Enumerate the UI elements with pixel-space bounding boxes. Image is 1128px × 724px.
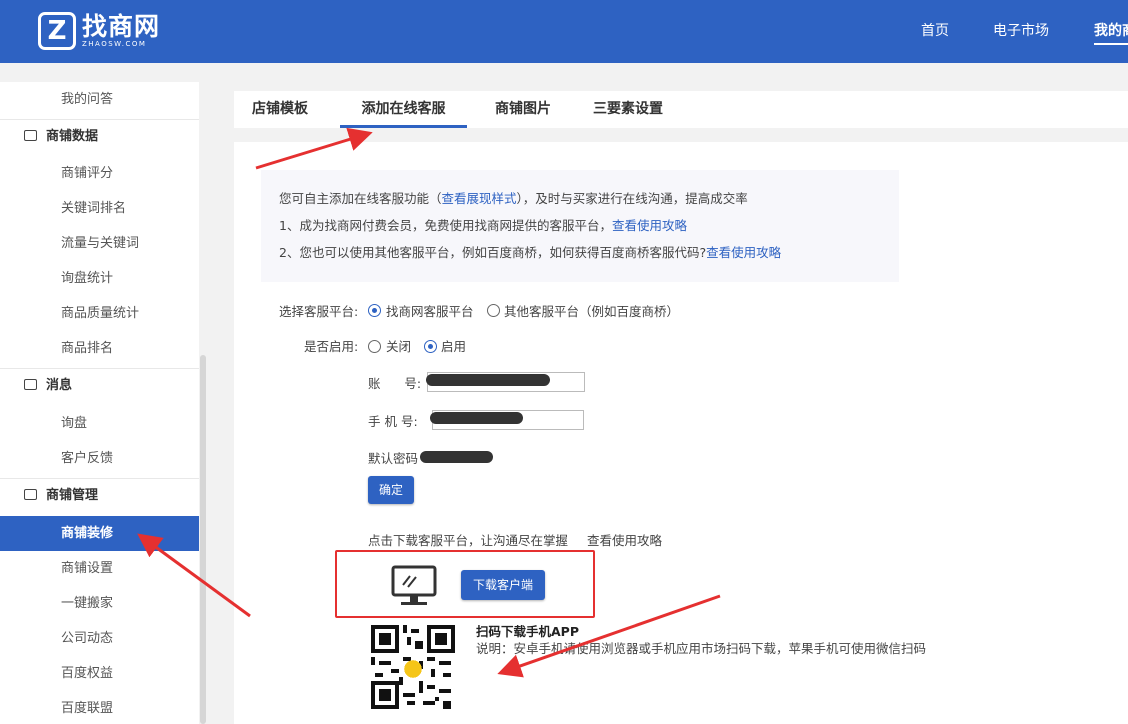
desktop-computer-icon xyxy=(391,565,437,605)
tab-shop-images[interactable]: 商铺图片 xyxy=(481,91,565,128)
redacted-password xyxy=(420,451,493,463)
sidebar-section-shop-data[interactable]: 商铺数据 xyxy=(0,119,199,154)
active-tab-underline xyxy=(340,125,467,128)
tab-shop-template[interactable]: 店铺模板 xyxy=(234,91,326,128)
sidebar-item-feedback[interactable]: 客户反馈 xyxy=(0,441,199,476)
mail-icon xyxy=(24,379,37,390)
info-line-3: 2、您也可以使用其他客服平台，例如百度商桥，如何获得百度商桥客服代码?查看使用攻… xyxy=(279,245,782,260)
store-icon xyxy=(24,489,37,500)
baidu-guide-link[interactable]: 查看使用攻略 xyxy=(706,245,781,260)
sidebar-item-keyword-rank[interactable]: 关键词排名 xyxy=(0,191,199,226)
sidebar-item-traffic-keywords[interactable]: 流量与关键词 xyxy=(0,226,199,261)
platform-option-other[interactable]: 其他客服平台（例如百度商桥） xyxy=(504,301,679,320)
account-label: 账 号: xyxy=(368,376,422,391)
sidebar-item-product-rank[interactable]: 商品排名 xyxy=(0,331,199,366)
confirm-button[interactable]: 确定 xyxy=(368,476,414,504)
sidebar-item-one-click-move[interactable]: 一键搬家 xyxy=(0,586,199,621)
sidebar-item-inquiry[interactable]: 询盘 xyxy=(0,406,199,441)
platform-option-zhaoshang[interactable]: 找商网客服平台 xyxy=(386,301,474,320)
section-title: 消息 xyxy=(46,378,73,393)
sidebar-item-company-news[interactable]: 公司动态 xyxy=(0,621,199,656)
sidebar-item-baidu-union[interactable]: 百度联盟 xyxy=(0,691,199,724)
site-logo[interactable]: Z 找商网 ZHAOSW.COM xyxy=(38,12,160,50)
sidebar-section-shop-management[interactable]: 商铺管理 xyxy=(0,478,199,513)
sidebar-item-shop-settings[interactable]: 商铺设置 xyxy=(0,551,199,586)
view-display-style-link[interactable]: 查看展现样式 xyxy=(442,191,517,206)
enable-label: 是否启用: xyxy=(304,339,359,354)
sidebar-scrollbar[interactable] xyxy=(200,355,206,724)
download-guide-link[interactable]: 查看使用攻略 xyxy=(587,530,662,549)
sidebar-item-product-quality[interactable]: 商品质量统计 xyxy=(0,296,199,331)
nav-home[interactable]: 首页 xyxy=(921,0,949,63)
tab-add-online-service[interactable]: 添加在线客服 xyxy=(340,91,467,128)
enable-radio-off[interactable] xyxy=(368,340,381,353)
sidebar-section-messages[interactable]: 消息 xyxy=(0,368,199,403)
chart-icon xyxy=(24,130,37,141)
info-line-1: 您可自主添加在线客服功能（查看展现样式），及时与买家进行在线沟通，提高成交率 xyxy=(279,191,748,206)
sidebar-item-baidu-rights[interactable]: 百度权益 xyxy=(0,656,199,691)
top-header: Z 找商网 ZHAOSW.COM 首页 电子市场 我的商 xyxy=(0,0,1128,63)
section-title: 商铺管理 xyxy=(46,488,99,503)
redacted-account xyxy=(426,374,550,386)
logo-name: 找商网 xyxy=(82,11,161,41)
nav-electronics-market[interactable]: 电子市场 xyxy=(993,0,1049,63)
app-download-description: 说明：安卓手机请使用浏览器或手机应用市场扫码下载，苹果手机可使用微信扫码 xyxy=(476,641,927,656)
app-qr-code-icon xyxy=(371,625,455,709)
platform-radio-other[interactable] xyxy=(487,304,500,317)
nav-active-underline xyxy=(1094,43,1128,45)
sidebar-item-shop-decoration[interactable]: 商铺装修 xyxy=(0,516,199,551)
sidebar-item-shop-rating[interactable]: 商铺评分 xyxy=(0,156,199,191)
phone-label: 手 机 号: xyxy=(368,414,418,429)
section-title: 商铺数据 xyxy=(46,129,99,144)
tab-three-elements[interactable]: 三要素设置 xyxy=(580,91,676,128)
enable-radio-on[interactable] xyxy=(424,340,437,353)
download-client-button[interactable]: 下载客户端 xyxy=(461,570,545,600)
logo-z-icon: Z xyxy=(38,12,76,50)
info-line-2: 1、成为找商网付费会员，免费使用找商网提供的客服平台，查看使用攻略 xyxy=(279,218,687,233)
platform-radio-zhaoshang[interactable] xyxy=(368,304,381,317)
redacted-phone xyxy=(430,412,523,424)
logo-subtitle: ZHAOSW.COM xyxy=(82,39,147,48)
sidebar-item-inquiry-stats[interactable]: 询盘统计 xyxy=(0,261,199,296)
enable-option-off[interactable]: 关闭 xyxy=(386,336,411,355)
usage-guide-link[interactable]: 查看使用攻略 xyxy=(612,218,687,233)
sidebar-item-my-qa[interactable]: 我的问答 xyxy=(0,82,199,117)
platform-label: 选择客服平台: xyxy=(279,304,359,319)
download-prompt: 点击下载客服平台，让沟通尽在掌握 xyxy=(368,533,569,548)
nav-my-shop[interactable]: 我的商 xyxy=(1094,0,1128,63)
enable-option-on[interactable]: 启用 xyxy=(441,336,466,355)
password-label: 默认密码 xyxy=(368,451,419,466)
